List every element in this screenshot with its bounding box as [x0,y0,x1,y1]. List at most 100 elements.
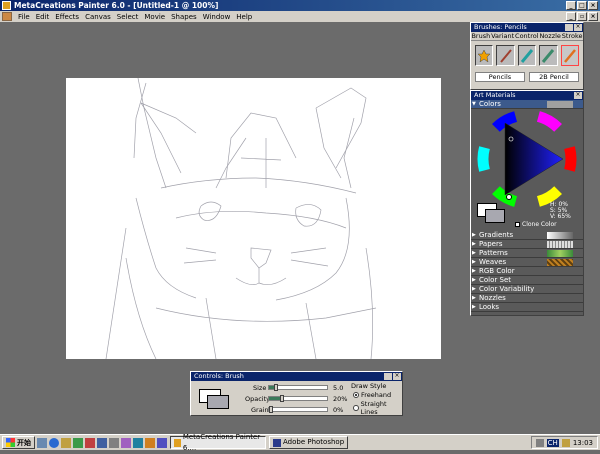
opacity-label: Opacity [245,395,271,403]
taskbar-photoshop-button[interactable]: Adobe Photoshop [269,436,349,449]
pattern-swatch [547,250,573,257]
star-brush-icon[interactable] [475,45,494,66]
brush-category-select[interactable]: Pencils [475,72,525,82]
clone-color-checkbox[interactable] [515,222,520,227]
quick-launch-icon[interactable] [121,437,131,448]
panel-toggle-icon[interactable] [384,373,392,380]
menu-effects[interactable]: Effects [52,13,82,21]
controls-secondary-swatch[interactable] [207,395,229,409]
freehand-radio[interactable] [353,392,359,398]
tab-brush[interactable]: Brush [471,32,490,40]
tab-variant[interactable]: Variant [491,32,514,40]
brush-variant-select[interactable]: 2B Pencil [529,72,579,82]
start-button[interactable]: 开始 [2,436,35,449]
doc-restore-button[interactable]: ▫ [577,12,587,21]
menu-help[interactable]: Help [233,13,255,21]
draw-style-label: Draw Style [351,382,387,390]
papers-section[interactable]: Papers [471,240,583,249]
rgb-color-label: RGB Color [479,267,515,275]
grain-slider[interactable] [268,406,328,413]
show-desktop-icon[interactable] [37,437,47,448]
current-color-swatch [547,101,573,108]
quick-launch-icon[interactable] [73,437,83,448]
quick-launch-icon[interactable] [133,437,143,448]
opacity-slider[interactable] [268,395,328,402]
menu-select[interactable]: Select [114,13,142,21]
document-icon[interactable] [2,12,12,21]
pencil-icon[interactable] [560,45,580,66]
color-set-section[interactable]: Color Set [471,276,583,285]
brush-tool-icon[interactable] [496,45,515,66]
tab-stroke[interactable]: Stroke [562,32,583,40]
menu-canvas[interactable]: Canvas [82,13,114,21]
photoshop-task-label: Adobe Photoshop [283,438,345,446]
menu-edit[interactable]: Edit [33,13,53,21]
straight-lines-label: Straight Lines [360,400,387,416]
grain-label: Grain [251,406,269,414]
slider-thumb[interactable] [269,406,273,413]
menu-bar: File Edit Effects Canvas Select Movie Sh… [0,11,600,22]
workspace [0,22,470,427]
slider-thumb[interactable] [279,395,284,402]
brush-selectors: Pencils 2B Pencil [471,70,583,84]
quick-launch-icon[interactable] [109,437,119,448]
color-variability-section[interactable]: Color Variability [471,285,583,294]
size-value: 5.0 [333,384,344,392]
patterns-section[interactable]: Patterns [471,249,583,258]
panel-toggle-icon[interactable] [565,24,573,31]
menu-file[interactable]: File [15,13,33,21]
close-icon[interactable]: × [574,24,582,31]
grain-value: 0% [333,406,344,414]
doc-close-button[interactable]: × [588,12,598,21]
menu-shapes[interactable]: Shapes [168,13,200,21]
chalk-icon[interactable] [539,45,558,66]
internet-explorer-icon[interactable] [49,437,59,448]
taskbar: 开始 MetaCreations Painter 6.... Adobe Pho… [0,433,600,452]
straight-lines-radio[interactable] [353,405,359,411]
quick-launch-icon[interactable] [97,437,107,448]
freehand-option: Freehand [353,391,391,399]
close-icon[interactable]: × [574,92,582,99]
gradient-swatch [547,232,573,239]
opacity-value: 20% [333,395,348,403]
tab-control[interactable]: Control [515,32,539,40]
windows-logo-icon [6,438,15,447]
size-slider[interactable] [268,384,328,391]
minimize-button[interactable]: _ [566,1,576,10]
quick-launch-icon[interactable] [145,437,155,448]
menu-movie[interactable]: Movie [141,13,168,21]
freehand-label: Freehand [361,391,392,399]
secondary-color-swatch[interactable] [485,209,505,223]
patterns-label: Patterns [479,249,508,257]
language-indicator[interactable]: CH [546,438,559,447]
looks-section[interactable]: Looks [471,303,583,312]
weaves-section[interactable]: Weaves [471,258,583,267]
clock: 13:03 [572,438,593,447]
window-title: MetaCreations Painter 6.0 - [Untitled-1 … [14,1,219,10]
drawing-canvas[interactable] [66,78,441,359]
quick-launch-icon[interactable] [157,437,167,448]
slider-thumb[interactable] [274,384,279,391]
clone-color-label: Clone Color [522,221,557,228]
tab-nozzle[interactable]: Nozzle [539,32,560,40]
menu-window[interactable]: Window [200,13,234,21]
taskbar-painter-button[interactable]: MetaCreations Painter 6.... [170,433,266,452]
speaker-icon[interactable] [535,438,544,447]
colors-section-header[interactable]: Colors [471,100,583,109]
brushes-panel-title-text: Brushes: Pencils [474,23,527,31]
painter-app-icon[interactable] [2,1,11,10]
close-button[interactable]: × [588,1,598,10]
maximize-button[interactable]: □ [577,1,587,10]
airbrush-icon[interactable] [517,45,537,66]
window-title-bar: MetaCreations Painter 6.0 - [Untitled-1 … [0,0,600,11]
gradients-section[interactable]: Gradients [471,231,583,240]
doc-minimize-button[interactable]: _ [566,12,576,21]
input-method-icon[interactable] [561,438,570,447]
quick-launch-icon[interactable] [85,437,95,448]
brushes-menu-tabs: Brush Variant Control Nozzle Stroke [471,32,583,41]
rgb-color-section[interactable]: RGB Color [471,267,583,276]
nozzles-section[interactable]: Nozzles [471,294,583,303]
quick-launch-icon[interactable] [61,437,71,448]
close-icon[interactable]: × [393,373,401,380]
colors-label: Colors [479,100,501,108]
